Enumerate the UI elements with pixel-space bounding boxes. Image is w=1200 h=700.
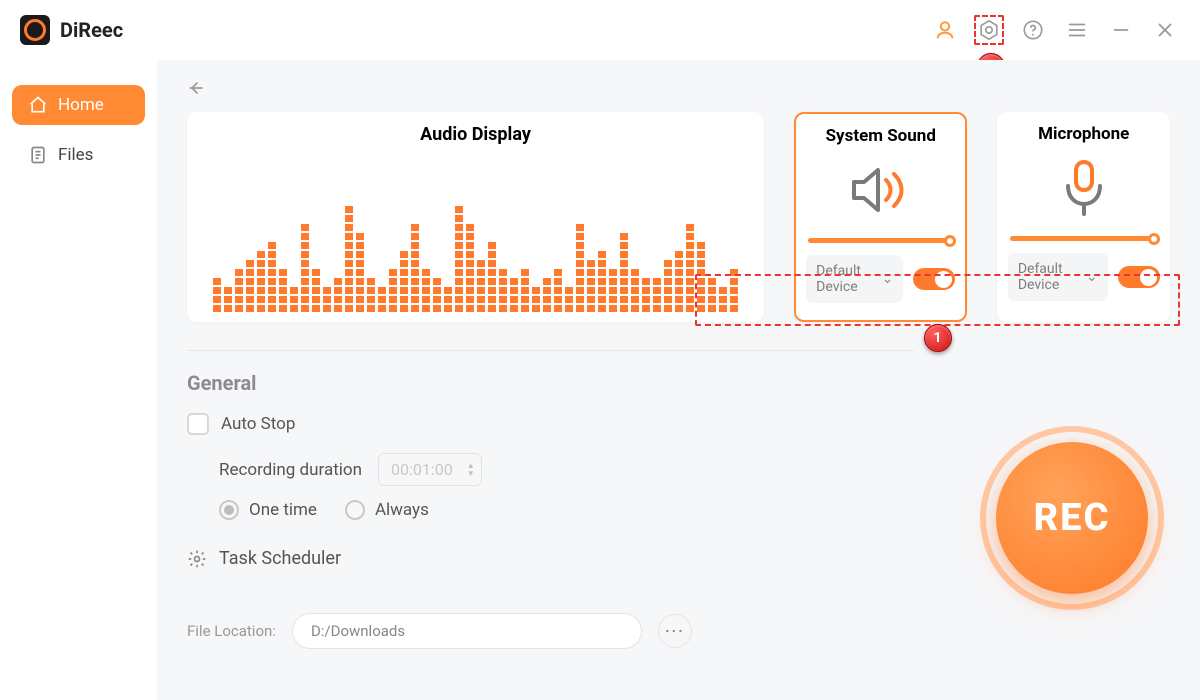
header-actions: 2 — [930, 15, 1180, 45]
microphone-toggle[interactable] — [1118, 266, 1160, 288]
menu-icon[interactable] — [1062, 15, 1092, 45]
sidebar-item-label: Files — [58, 145, 93, 165]
sidebar-item-label: Home — [58, 95, 104, 115]
sidebar-item-home[interactable]: Home — [12, 85, 145, 125]
mode-always-label: Always — [375, 500, 429, 520]
arrow-left-icon — [187, 78, 207, 98]
system-sound-volume-slider[interactable] — [808, 238, 954, 243]
microphone-title: Microphone — [1038, 124, 1129, 144]
record-button[interactable]: REC — [996, 442, 1148, 594]
mode-onetime-label: One time — [249, 500, 317, 520]
sidebar: Home Files — [0, 60, 157, 700]
task-scheduler-label: Task Scheduler — [219, 548, 341, 569]
recording-duration-label: Recording duration — [219, 460, 362, 480]
auto-stop-checkbox[interactable] — [187, 413, 209, 435]
logo-area: DiReec — [20, 15, 123, 45]
user-icon[interactable] — [930, 15, 960, 45]
microphone-device-select[interactable]: Default Device ⌄ — [1008, 253, 1108, 301]
system-sound-title: System Sound — [826, 126, 936, 146]
audio-display-title: Audio Display — [209, 124, 742, 145]
app-name: DiReec — [60, 18, 123, 42]
app-logo-icon — [20, 15, 50, 45]
mode-onetime-radio[interactable] — [219, 500, 239, 520]
back-button[interactable] — [187, 78, 1170, 102]
callout-marker-1: 1 — [924, 324, 952, 352]
system-sound-device-select[interactable]: Default Device ⌄ — [806, 255, 903, 303]
system-sound-toggle[interactable] — [913, 268, 955, 290]
stepper-icon[interactable]: ▲▼ — [467, 462, 475, 478]
auto-stop-label: Auto Stop — [221, 414, 295, 434]
microphone-icon — [1056, 158, 1112, 218]
microphone-card[interactable]: Microphone Default Device ⌄ — [997, 112, 1170, 322]
record-button-ring: REC — [980, 426, 1164, 610]
sidebar-item-files[interactable]: Files — [12, 135, 145, 175]
content-panel: Audio Display System Sound Default Devic… — [157, 60, 1200, 700]
record-button-label: REC — [1034, 496, 1111, 540]
close-icon[interactable] — [1150, 15, 1180, 45]
system-sound-card[interactable]: System Sound Default Device ⌄ — [794, 112, 967, 322]
device-select-value: Default Device — [1018, 261, 1086, 293]
recording-duration-value: 00:01:00 — [391, 460, 453, 479]
chevron-down-icon: ⌄ — [882, 271, 894, 287]
divider — [187, 350, 914, 351]
general-section-title: General — [187, 371, 1170, 395]
settings-icon[interactable]: 2 — [974, 15, 1004, 45]
chevron-down-icon: ⌄ — [1086, 269, 1098, 285]
home-icon — [28, 95, 48, 115]
gear-icon — [187, 549, 207, 569]
audio-display-card: Audio Display — [187, 112, 764, 322]
microphone-volume-slider[interactable] — [1010, 236, 1158, 241]
speaker-icon — [848, 160, 914, 220]
file-location-more-button[interactable]: ··· — [658, 614, 692, 648]
help-icon[interactable] — [1018, 15, 1048, 45]
recording-duration-input[interactable]: 00:01:00 ▲▼ — [378, 453, 482, 486]
file-location-label: File Location: — [187, 622, 276, 640]
app-header: DiReec 2 — [0, 0, 1200, 60]
file-location-input[interactable]: D:/Downloads — [292, 613, 642, 649]
device-select-value: Default Device — [816, 263, 881, 295]
minimize-icon[interactable] — [1106, 15, 1136, 45]
mode-always-radio[interactable] — [345, 500, 365, 520]
files-icon — [28, 145, 48, 165]
audio-waveform — [209, 151, 742, 312]
